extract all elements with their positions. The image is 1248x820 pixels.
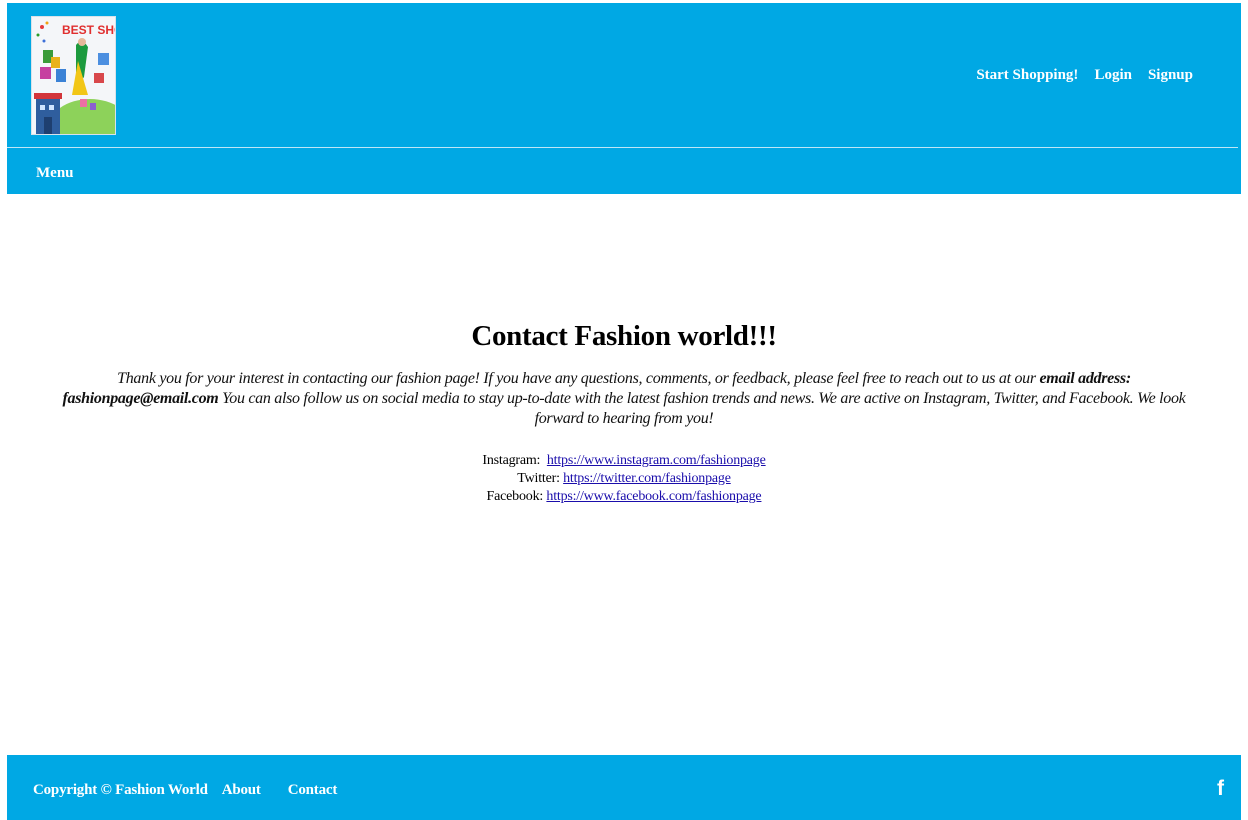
top-navigation: Start Shopping! Login Signup <box>976 67 1193 84</box>
social-row-twitter: Twitter: https://twitter.com/fashionpage <box>0 470 1248 488</box>
intro-text-start: Thank you for your interest in contactin… <box>117 370 1036 387</box>
footer-contact-link[interactable]: Contact <box>288 782 338 799</box>
social-row-instagram: Instagram: https://www.instagram.com/fas… <box>0 452 1248 470</box>
menu-button[interactable]: Menu <box>36 165 74 182</box>
footer-about-link[interactable]: About <box>222 782 261 799</box>
twitter-label: Twitter: <box>517 471 560 486</box>
shopping-logo-icon: BEST SHOPPING <box>32 17 115 134</box>
svg-text:BEST SHOPPING: BEST SHOPPING <box>62 23 115 37</box>
intro-text-end: You can also follow us on social media t… <box>222 390 1186 427</box>
shop-logo[interactable]: BEST SHOPPING <box>31 16 116 135</box>
contact-intro: Thank you for your interest in contactin… <box>62 369 1187 429</box>
facebook-icon[interactable]: f <box>1217 777 1224 801</box>
footer-links: Copyright © Fashion World About Contact <box>33 782 364 799</box>
email-address: fashionpage@email.com <box>62 390 219 407</box>
email-label: email address: <box>1039 370 1132 387</box>
start-shopping-link[interactable]: Start Shopping! <box>976 67 1078 84</box>
login-link[interactable]: Login <box>1094 67 1132 84</box>
social-row-facebook: Facebook: https://www.facebook.com/fashi… <box>0 488 1248 506</box>
contact-section: Contact Fashion world!!! Thank you for y… <box>0 320 1248 506</box>
site-header: BEST SHOPPING Start Shopping! <box>7 3 1241 194</box>
instagram-label: Instagram: <box>482 453 541 468</box>
instagram-link[interactable]: https://www.instagram.com/fashionpage <box>547 453 766 468</box>
social-links: Instagram: https://www.instagram.com/fas… <box>0 452 1248 506</box>
signup-link[interactable]: Signup <box>1148 67 1193 84</box>
page-title: Contact Fashion world!!! <box>471 320 777 352</box>
twitter-link[interactable]: https://twitter.com/fashionpage <box>563 471 731 486</box>
header-divider <box>7 147 1238 148</box>
copyright-text: Copyright © Fashion World <box>33 782 208 798</box>
facebook-label: Facebook: <box>486 489 544 504</box>
site-footer: Copyright © Fashion World About Contact … <box>7 755 1241 820</box>
facebook-link[interactable]: https://www.facebook.com/fashionpage <box>546 489 761 504</box>
